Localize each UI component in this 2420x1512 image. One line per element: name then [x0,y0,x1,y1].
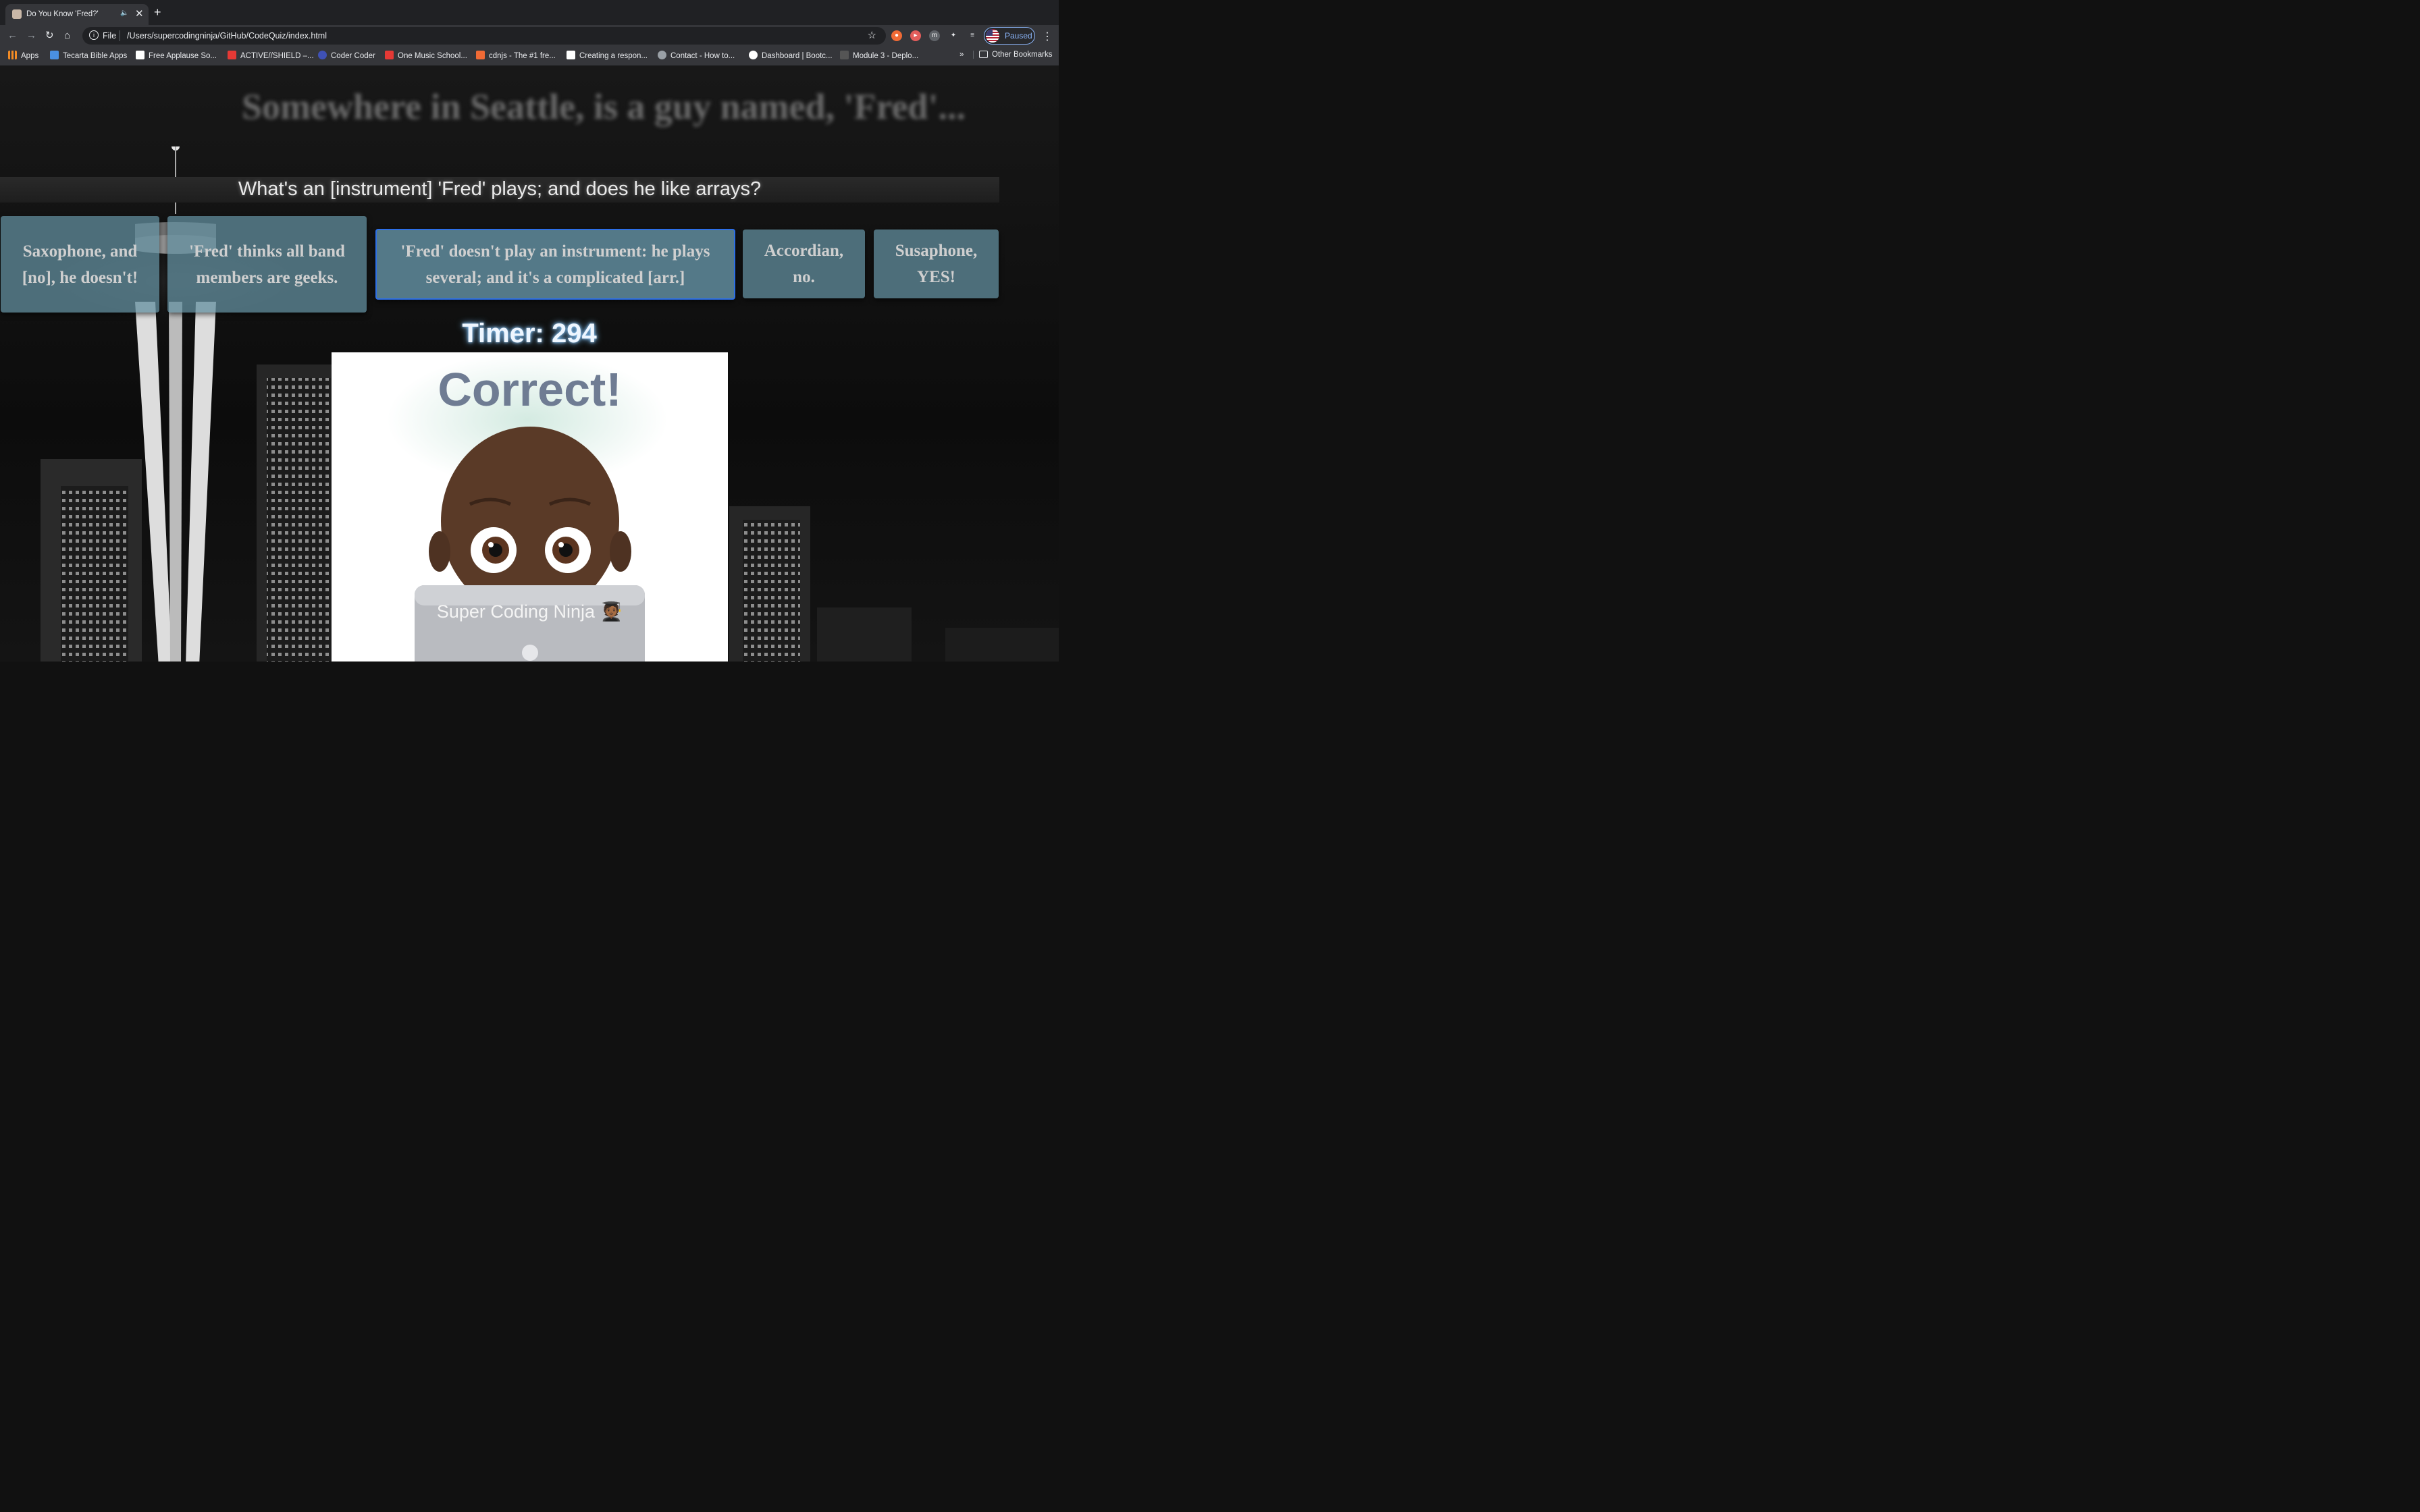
answer-button-2[interactable]: 'Fred' thinks all band members are geeks… [167,216,367,313]
bookmark-label: Dashboard | Bootc... [762,52,833,60]
answer-button-1[interactable]: Saxophone, and [no], he doesn't! [1,216,159,313]
extension-m-icon[interactable]: m [929,30,940,41]
bookmark-favicon-icon [228,51,236,59]
avatar [986,29,999,43]
folder-icon [979,51,988,58]
bookmark-label: Module 3 - Deplo... [853,52,919,60]
address-scheme: File [103,31,117,40]
bookmark-label: ACTIVE//SHIELD –... [240,52,314,60]
new-tab-button[interactable]: + [154,6,161,18]
bookmark-item[interactable]: Dashboard | Bootc... [749,51,833,60]
close-icon[interactable]: ✕ [135,7,144,20]
laptop-text: Super Coding Ninja [436,601,595,622]
bookmark-item[interactable]: Module 3 - Deplo... [840,51,918,60]
bookmark-item[interactable]: One Music School... [385,51,467,60]
bookmark-item[interactable]: Coder Coder [318,51,375,60]
timer-display: Timer: 294 [462,319,597,348]
answer-button-4[interactable]: Accordian, no. [743,230,865,298]
answer-button-5[interactable]: Susaphone, YES! [874,230,999,298]
bookmark-item[interactable]: cdnjs - The #1 fre... [476,51,556,60]
back-icon[interactable]: ← [7,29,18,43]
profile-status: Paused [1005,31,1032,40]
bookmark-favicon-icon [136,51,144,59]
bookmark-item[interactable]: Creating a respon... [567,51,648,60]
address-url[interactable]: /Users/supercodingninja/GitHub/CodeQuiz/… [127,31,327,40]
question-text: What's an [instrument] 'Fred' plays; and… [238,178,762,200]
extension-record-icon[interactable]: ▸ [910,30,921,41]
bookmark-label: Tecarta Bible Apps [63,52,128,60]
browser-chrome: Do You Know 'Fred?' 🔈 ✕ + ← → ↻ ⌂ i File… [0,0,1059,65]
answer-button-3[interactable]: 'Fred' doesn't play an instrument: he pl… [375,229,735,300]
tab-strip: Do You Know 'Fred?' 🔈 ✕ + [0,0,1059,25]
bookmark-item[interactable]: ACTIVE//SHIELD –... [228,51,314,60]
bookmark-favicon-icon [50,51,59,59]
puzzle-icon[interactable]: ✦ [948,30,959,41]
extension-icon[interactable]: ● [891,30,902,41]
forward-icon[interactable]: → [26,29,36,43]
bookmark-favicon-icon [318,51,327,59]
bookmark-item[interactable]: Free Applause So... [136,51,217,60]
bookmarks-bar: Apps Tecarta Bible Apps Free Applause So… [0,47,1059,65]
globe-icon [749,51,758,59]
browser-tab[interactable]: Do You Know 'Fred?' 🔈 ✕ [5,4,149,25]
bookmark-label: cdnjs - The #1 fre... [489,52,556,60]
bookmark-apps[interactable]: Apps [8,51,38,60]
address-bar[interactable]: i File /Users/supercodingninja/GitHub/Co… [82,27,886,45]
graduate-emoji-icon: 🧑🏾‍🎓 [600,601,623,622]
reload-icon[interactable]: ↻ [45,29,54,43]
other-bookmarks-label: Other Bookmarks [992,51,1053,59]
tab-favicon-icon [12,9,22,19]
bookmark-label: Free Applause So... [149,52,217,60]
bookmark-label: Contact - How to... [670,52,735,60]
profile-button[interactable]: Paused [984,27,1035,45]
quiz-headline: Somewhere in Seattle, is a guy named, 'F… [242,86,966,127]
bookmark-label: One Music School... [398,52,467,60]
result-card: Correct! Super Coding Ninja 🧑🏾‍🎓 [332,352,728,662]
bookmark-item[interactable]: Contact - How to... [658,51,735,60]
bookmark-favicon-icon [840,51,849,59]
quiz-page: Somewhere in Seattle, is a guy named, 'F… [0,65,1059,662]
home-icon[interactable]: ⌂ [64,29,70,43]
bookmark-star-icon[interactable]: ☆ [868,29,876,41]
bookmark-favicon-icon [567,51,575,59]
bookmark-item[interactable]: Tecarta Bible Apps [50,51,127,60]
bookmark-favicon-icon [476,51,485,59]
laptop-sticker: Super Coding Ninja 🧑🏾‍🎓 [332,601,728,622]
speaker-icon[interactable]: 🔈 [120,9,128,17]
bookmark-label: Apps [21,52,39,60]
reading-list-icon[interactable]: ≡ [967,30,978,41]
kebab-menu-icon[interactable]: ⋮ [1042,30,1053,43]
apps-grid-icon [8,51,17,59]
toolbar: ← → ↻ ⌂ i File /Users/supercodingninja/G… [0,25,1059,47]
bookmark-favicon-icon [385,51,394,59]
bookmarks-overflow-icon[interactable]: » [959,51,964,59]
bookmark-label: Creating a respon... [579,52,648,60]
other-bookmarks[interactable]: Other Bookmarks [973,51,1052,59]
apple-icon [658,51,666,59]
tab-title: Do You Know 'Fred?' [26,10,99,18]
bookmark-label: Coder Coder [331,52,375,60]
info-icon[interactable]: i [89,30,99,40]
